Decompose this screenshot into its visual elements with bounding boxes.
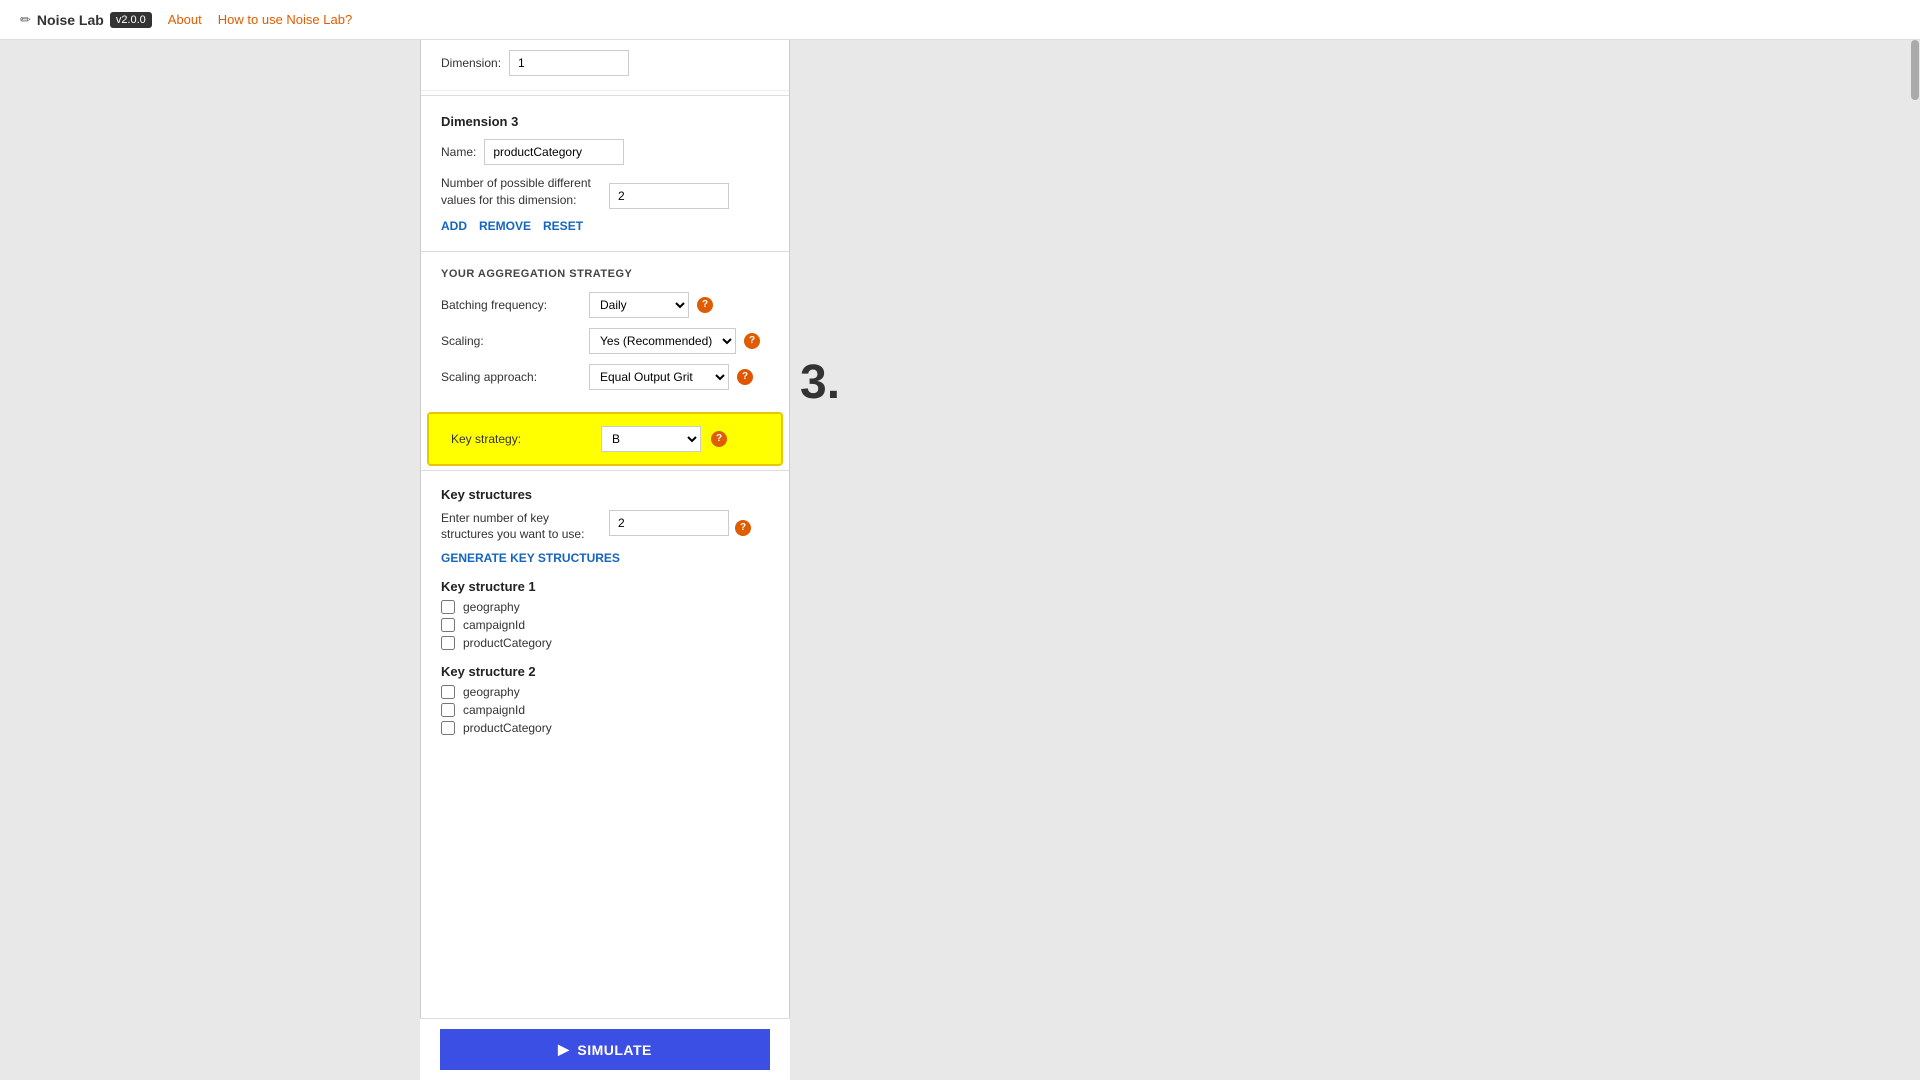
ks2-productcategory-label: productCategory [463,721,552,735]
key-strategy-row: Key strategy: A B C ? [429,414,781,464]
dimension-partial-input[interactable] [509,50,629,76]
ks1-productcategory-label: productCategory [463,636,552,650]
dimension3-title: Dimension 3 [441,114,769,129]
scaling-row: Scaling: Yes (Recommended) No ? [441,328,769,354]
dimension3-section: Dimension 3 Name: Number of possible dif… [421,100,789,247]
ks2-productcategory-checkbox[interactable] [441,721,455,735]
batching-help-icon[interactable]: ? [697,297,713,313]
scroll-area[interactable]: Dimension: Dimension 3 Name: Number of p… [421,40,789,1080]
dimension3-name-row: Name: [441,139,769,165]
navbar: ✏ Noise Lab v2.0.0 About How to use Nois… [0,0,1920,40]
key-structures-section: Key structures Enter number of key struc… [421,475,789,762]
key-structures-title: Key structures [441,487,769,502]
ks1-productcategory-checkbox[interactable] [441,636,455,650]
scaling-approach-label: Scaling approach: [441,370,581,384]
ks2-campaignid-label: campaignId [463,703,525,717]
scrollbar-thumb[interactable] [1911,40,1919,100]
key-structure-2-block: Key structure 2 geography campaignId pro… [441,664,769,735]
add-link[interactable]: ADD [441,219,467,233]
version-badge: v2.0.0 [110,12,152,28]
pencil-icon: ✏ [20,12,31,28]
batching-select[interactable]: Daily Weekly Monthly [589,292,689,318]
dimension3-count-row: Number of possible different values for … [441,175,769,209]
key-count-help-icon[interactable]: ? [735,520,751,536]
ks1-campaignid-label: campaignId [463,618,525,632]
key-count-desc: Enter number of key structures you want … [441,510,601,544]
brand-name: Noise Lab [37,12,104,28]
ks2-campaignid-row: campaignId [441,703,769,717]
key-strategy-select[interactable]: A B C [601,426,701,452]
dimension3-count-label: Number of possible different values for … [441,175,601,209]
key-structure-2-title: Key structure 2 [441,664,769,679]
scaling-help-icon[interactable]: ? [744,333,760,349]
ks1-campaignid-row: campaignId [441,618,769,632]
ks1-productcategory-row: productCategory [441,636,769,650]
simulate-bar: ▶ SIMULATE [420,1018,790,1080]
key-strategy-help-icon[interactable]: ? [711,431,727,447]
ks1-geography-checkbox[interactable] [441,600,455,614]
dimension-partial-label: Dimension: [441,56,501,70]
ks2-productcategory-row: productCategory [441,721,769,735]
key-strategy-label: Key strategy: [451,432,591,446]
dimension3-name-input[interactable] [484,139,624,165]
batching-label: Batching frequency: [441,298,581,312]
ks1-geography-row: geography [441,600,769,614]
scaling-approach-select[interactable]: Equal Output Grit [589,364,729,390]
simulate-button[interactable]: ▶ SIMULATE [440,1029,770,1070]
ks2-geography-label: geography [463,685,520,699]
divider-2 [421,251,789,252]
step-annotation: 3. [800,355,840,410]
main-panel: Dimension: Dimension 3 Name: Number of p… [420,40,790,1080]
ks2-geography-row: geography [441,685,769,699]
ks1-geography-label: geography [463,600,520,614]
divider-1 [421,95,789,96]
scaling-label: Scaling: [441,334,581,348]
reset-link[interactable]: RESET [543,219,583,233]
ks2-geography-checkbox[interactable] [441,685,455,699]
top-partial-section: Dimension: [421,40,789,91]
brand-container: ✏ Noise Lab v2.0.0 [20,12,152,28]
remove-link[interactable]: REMOVE [479,219,531,233]
key-structure-1-block: Key structure 1 geography campaignId pro… [441,579,769,650]
ks2-campaignid-checkbox[interactable] [441,703,455,717]
key-structure-1-title: Key structure 1 [441,579,769,594]
dimension3-count-input[interactable] [609,183,729,209]
batching-row: Batching frequency: Daily Weekly Monthly… [441,292,769,318]
simulate-label: SIMULATE [577,1042,652,1058]
aggregation-title: YOUR AGGREGATION STRATEGY [441,268,769,280]
action-links: ADD REMOVE RESET [441,219,769,233]
dimension3-name-label: Name: [441,145,476,159]
how-to-link[interactable]: How to use Noise Lab? [218,12,352,27]
generate-link[interactable]: GENERATE KEY STRUCTURES [441,551,769,565]
scaling-approach-row: Scaling approach: Equal Output Grit ? [441,364,769,390]
aggregation-section: YOUR AGGREGATION STRATEGY Batching frequ… [421,256,789,412]
scaling-select[interactable]: Yes (Recommended) No [589,328,736,354]
bottom-spacer [421,761,789,821]
about-link[interactable]: About [168,12,202,27]
scaling-approach-help-icon[interactable]: ? [737,369,753,385]
key-count-row: Enter number of key structures you want … [441,510,769,544]
simulate-play-icon: ▶ [558,1041,569,1058]
ks1-campaignid-checkbox[interactable] [441,618,455,632]
page-wrapper: ✏ Noise Lab v2.0.0 About How to use Nois… [0,0,1920,1080]
divider-3 [421,470,789,471]
key-count-input[interactable] [609,510,729,536]
